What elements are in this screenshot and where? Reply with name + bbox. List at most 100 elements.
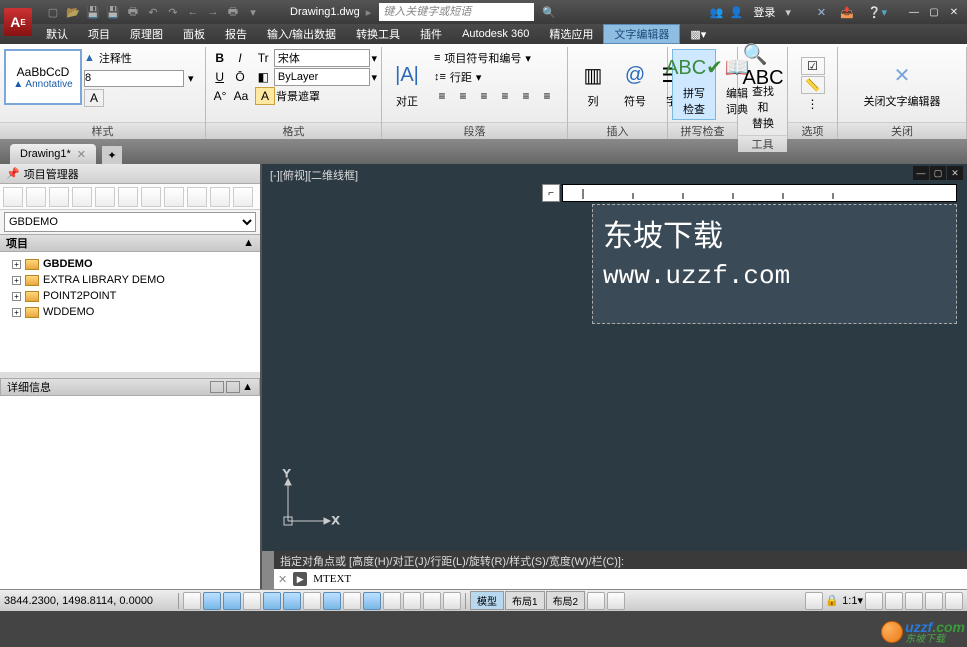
text-ruler[interactable] xyxy=(562,184,957,202)
mask-label[interactable]: 背景遮罩 xyxy=(276,88,320,104)
fwd-icon[interactable]: → xyxy=(206,5,220,19)
pm-tool-6[interactable] xyxy=(118,187,138,207)
login-label[interactable]: 登录 xyxy=(753,4,775,20)
align-right-icon[interactable]: ≡ xyxy=(474,87,494,105)
expand-icon[interactable]: + xyxy=(12,292,21,301)
close-editor-button[interactable]: ✕关闭文字编辑器 xyxy=(858,59,947,111)
bullets-button[interactable]: 项目符号和编号 xyxy=(444,50,521,66)
save-icon[interactable]: 💾 xyxy=(86,5,100,19)
back-icon[interactable]: ← xyxy=(186,5,200,19)
collapse-icon[interactable]: ▲ xyxy=(242,381,253,393)
pm-tool-2[interactable] xyxy=(26,187,46,207)
sb-ws-button[interactable] xyxy=(885,592,903,610)
text-style-preview[interactable]: AaBbCcD ▲ Annotative xyxy=(4,49,82,105)
pm-tool-4[interactable] xyxy=(72,187,92,207)
pm-tool-10[interactable] xyxy=(210,187,230,207)
tab-default[interactable]: 默认 xyxy=(36,24,78,44)
italic-button[interactable]: I xyxy=(230,49,249,67)
align-center-icon[interactable]: ≡ xyxy=(453,87,473,105)
align-dist2-icon[interactable]: ≡ xyxy=(537,87,557,105)
cmd-chevron-icon[interactable]: ▶ xyxy=(293,572,307,586)
tab-convert[interactable]: 转换工具 xyxy=(346,24,410,44)
sb-hw-button[interactable] xyxy=(905,592,923,610)
align-left-icon[interactable]: ≡ xyxy=(432,87,452,105)
new-icon[interactable]: ▢ xyxy=(46,5,60,19)
sb-annoscale-button[interactable] xyxy=(805,592,823,610)
viewport-close-button[interactable]: ✕ xyxy=(947,166,963,180)
tree-item-p2p[interactable]: +POINT2POINT xyxy=(4,288,256,304)
overline-button[interactable]: Ō xyxy=(230,68,249,86)
sb-snap-button[interactable] xyxy=(203,592,221,610)
close-button[interactable]: ✕ xyxy=(945,5,963,19)
cloud-icon[interactable]: 📤 xyxy=(840,6,854,19)
canvas-text-line1[interactable]: 东坡下载 xyxy=(603,211,723,255)
detail-view1-icon[interactable] xyxy=(210,381,224,393)
opt1-button[interactable]: ☑ xyxy=(801,57,825,75)
canvas-text-line2[interactable]: www.uzzf.com xyxy=(603,261,790,291)
app-logo[interactable]: AE xyxy=(4,8,32,36)
sb-grid-button[interactable] xyxy=(223,592,241,610)
expand-icon[interactable]: + xyxy=(12,308,21,317)
sb-clean-button[interactable] xyxy=(945,592,963,610)
collapse-icon[interactable]: ▲ xyxy=(243,237,254,249)
sb-dyn-button[interactable] xyxy=(363,592,381,610)
mask-btn[interactable]: A xyxy=(255,87,275,105)
spacing-button[interactable]: 行距 xyxy=(450,69,472,85)
scale-label[interactable]: 🔒 1:1▾ xyxy=(825,594,863,607)
sb-ortho-button[interactable] xyxy=(243,592,261,610)
expand-icon[interactable]: + xyxy=(12,276,21,285)
sb-iso-button[interactable] xyxy=(925,592,943,610)
find-button[interactable]: 🔍ABC查找和 替换 xyxy=(742,49,784,133)
tree-item-extra[interactable]: +EXTRA LIBRARY DEMO xyxy=(4,272,256,288)
detail-view2-icon[interactable] xyxy=(226,381,240,393)
sb-lwt-button[interactable] xyxy=(383,592,401,610)
pin-icon[interactable]: 📌 xyxy=(6,167,20,180)
pm-tool-5[interactable] xyxy=(95,187,115,207)
undo-icon[interactable]: ↶ xyxy=(146,5,160,19)
tab-model[interactable]: 模型 xyxy=(470,591,504,610)
supersub-button[interactable]: A° xyxy=(210,87,230,105)
sb-qp-button[interactable] xyxy=(423,592,441,610)
tab-panel[interactable]: 面板 xyxy=(173,24,215,44)
sb-osnap-button[interactable] xyxy=(283,592,301,610)
tab-schematic[interactable]: 原理图 xyxy=(120,24,173,44)
tab-layout1[interactable]: 布局1 xyxy=(505,591,545,610)
viewport-max-button[interactable]: ▢ xyxy=(930,166,946,180)
sb-qvl-button[interactable] xyxy=(607,592,625,610)
search-icon[interactable]: 🔍 xyxy=(542,6,556,19)
bold-button[interactable]: B xyxy=(210,49,229,67)
expand-icon[interactable]: + xyxy=(12,260,21,269)
more-icon[interactable]: ▾ xyxy=(246,5,260,19)
underline-button[interactable]: U xyxy=(210,68,229,86)
layer-color-combo[interactable]: ByLayer xyxy=(274,68,371,86)
search-input[interactable]: 键入关键字或短语 xyxy=(379,3,534,21)
cmd-close-icon[interactable]: ✕ xyxy=(278,573,287,586)
tab-text-editor[interactable]: 文字编辑器 xyxy=(603,24,680,44)
tab-plugins[interactable]: 插件 xyxy=(410,24,452,44)
sb-sc-button[interactable] xyxy=(443,592,461,610)
sb-qv-button[interactable] xyxy=(587,592,605,610)
pm-tool-9[interactable] xyxy=(187,187,207,207)
pm-project-combo[interactable]: GBDEMO xyxy=(4,212,256,232)
sb-infer-button[interactable] xyxy=(183,592,201,610)
sb-annovis-button[interactable] xyxy=(865,592,883,610)
exchange-icon[interactable]: ✕ xyxy=(817,6,826,19)
maximize-button[interactable]: ▢ xyxy=(925,5,943,19)
help-icon[interactable]: ❔▾ xyxy=(868,6,887,19)
cmd-grip[interactable] xyxy=(262,551,274,589)
annotative-button[interactable]: 注释性 xyxy=(99,50,132,66)
tab-featured[interactable]: 精选应用 xyxy=(539,24,603,44)
pm-tool-3[interactable] xyxy=(49,187,69,207)
align-dist-icon[interactable]: ≡ xyxy=(516,87,536,105)
mask-icon[interactable]: A xyxy=(84,89,104,107)
pm-tool-7[interactable] xyxy=(141,187,161,207)
ruler-button[interactable]: 📏 xyxy=(801,76,825,94)
pm-section-projects[interactable]: 项目 ▲ xyxy=(0,234,260,252)
sign-in-icon[interactable]: 👤 xyxy=(730,6,744,19)
command-input[interactable]: MTEXT xyxy=(313,573,351,585)
sb-3dosnap-button[interactable] xyxy=(303,592,321,610)
justify-button[interactable]: |A| 对正 xyxy=(386,49,428,120)
minimize-button[interactable]: — xyxy=(905,5,923,19)
plot-icon[interactable]: 🖶 xyxy=(126,5,140,19)
sb-ducs-button[interactable] xyxy=(343,592,361,610)
